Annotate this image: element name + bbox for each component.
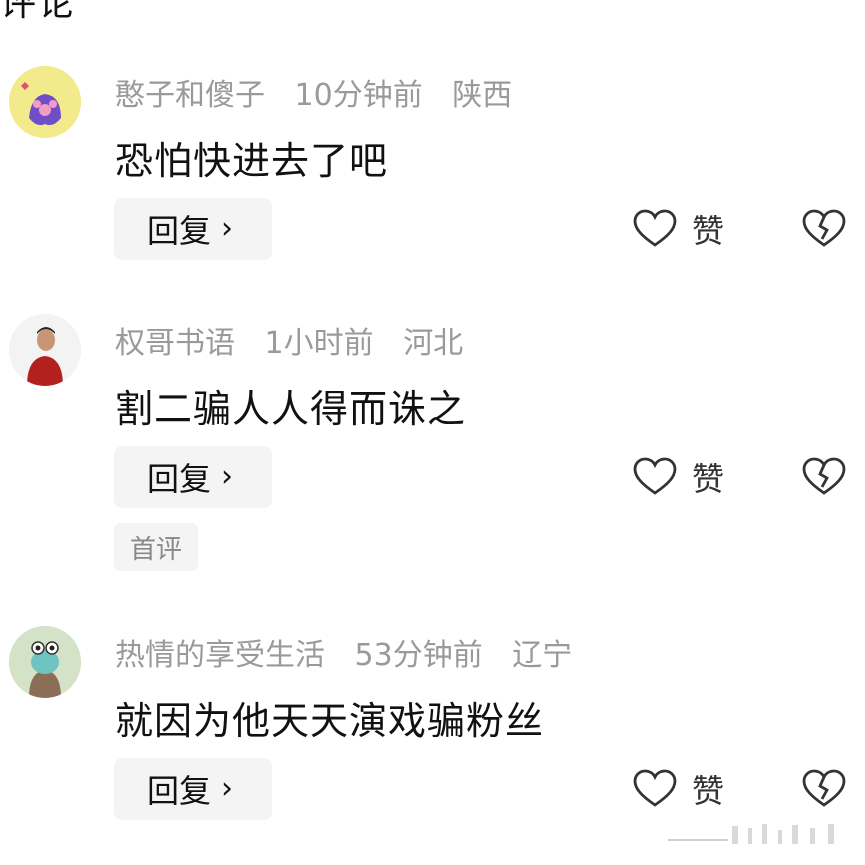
comment-text: 就因为他天天演戏骗粉丝 (115, 699, 545, 743)
avatar[interactable] (9, 314, 81, 386)
chevron-right-icon: › (221, 770, 234, 806)
comment-item: 热情的享受生活 53分钟前 辽宁 就因为他天天演戏骗粉丝 回复 › 赞 (0, 0, 865, 820)
reply-label: 回复 (147, 772, 212, 810)
reply-button[interactable]: 回复 › (114, 758, 272, 820)
heart-outline-icon (633, 769, 677, 807)
timestamp: 1小时前 (264, 326, 374, 361)
like-label: 赞 (692, 772, 725, 810)
broken-heart-icon (802, 457, 846, 495)
avatar[interactable] (9, 626, 81, 698)
reply-label: 回复 (147, 460, 212, 498)
heart-outline-icon (633, 457, 677, 495)
like-button[interactable]: 赞 (632, 758, 724, 820)
username[interactable]: 权哥书语 (115, 326, 235, 361)
chevron-right-icon: › (221, 458, 234, 494)
cartoon-avatar-icon (9, 626, 81, 698)
first-comment-badge: 首评 (114, 523, 198, 571)
like-button[interactable]: 赞 (632, 446, 724, 508)
reply-button[interactable]: 回复 › (114, 446, 272, 508)
timestamp: 53分钟前 (354, 638, 483, 673)
location: 河北 (403, 326, 464, 361)
dislike-button[interactable] (801, 758, 847, 820)
dislike-button[interactable] (801, 446, 847, 508)
watermark-logo (668, 824, 834, 844)
location: 辽宁 (512, 638, 573, 673)
like-label: 赞 (692, 460, 725, 498)
person-avatar-icon (9, 314, 81, 386)
broken-heart-icon (802, 769, 846, 807)
comment-meta: 权哥书语 1小时前 河北 (115, 318, 483, 362)
username[interactable]: 热情的享受生活 (115, 638, 325, 673)
comment-text: 割二骗人人得而诛之 (115, 387, 467, 431)
comment-meta: 热情的享受生活 53分钟前 辽宁 (115, 630, 592, 674)
